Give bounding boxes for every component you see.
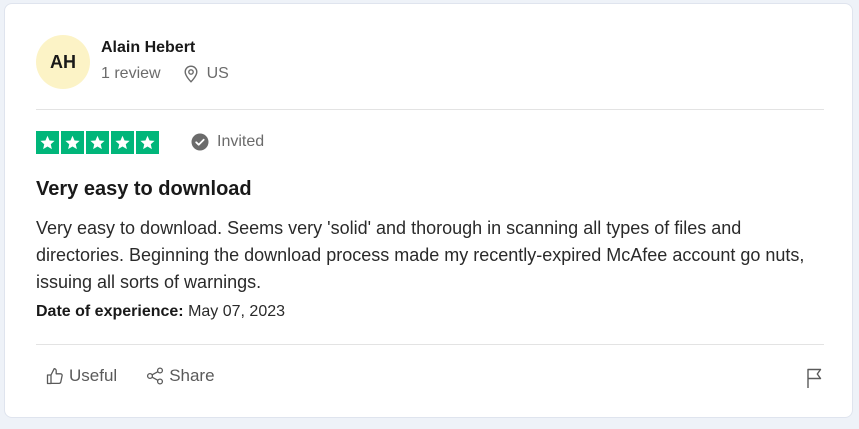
star-icon (136, 131, 159, 154)
avatar-initials: AH (50, 51, 76, 72)
useful-button[interactable]: Useful (45, 366, 117, 386)
star-icon (36, 131, 59, 154)
share-button[interactable]: Share (145, 366, 215, 386)
review-actions: Useful Share (45, 366, 215, 386)
reviewer-meta: 1 review US (101, 65, 229, 83)
thumbs-up-icon (46, 368, 63, 385)
avatar[interactable]: AH (36, 35, 90, 89)
experience-date: May 07, 2023 (188, 303, 286, 320)
share-icon (147, 367, 164, 385)
star-icon (61, 131, 84, 154)
star-rating (36, 131, 159, 154)
divider (36, 344, 824, 345)
country-label: US (206, 65, 229, 82)
invited-badge[interactable]: Invited (191, 133, 264, 151)
divider (36, 109, 824, 110)
review-card: AH Alain Hebert 1 review US Invited Very… (4, 3, 853, 418)
experience-label: Date of experience: (36, 303, 184, 320)
star-icon (111, 131, 134, 154)
star-icon (86, 131, 109, 154)
location-pin-icon (184, 65, 198, 83)
share-label: Share (169, 366, 215, 385)
check-circle-icon (191, 133, 209, 151)
report-button[interactable] (805, 367, 825, 394)
useful-label: Useful (69, 366, 118, 385)
flag-icon (807, 368, 822, 388)
reviewer-name[interactable]: Alain Hebert (101, 39, 195, 57)
date-of-experience: Date of experience: May 07, 2023 (36, 303, 285, 321)
review-title[interactable]: Very easy to download (36, 178, 252, 201)
review-count: 1 review (101, 65, 161, 82)
review-body: Very easy to download. Seems very 'solid… (36, 218, 805, 292)
reviewer-location: US (183, 65, 229, 83)
invited-label: Invited (217, 133, 265, 150)
